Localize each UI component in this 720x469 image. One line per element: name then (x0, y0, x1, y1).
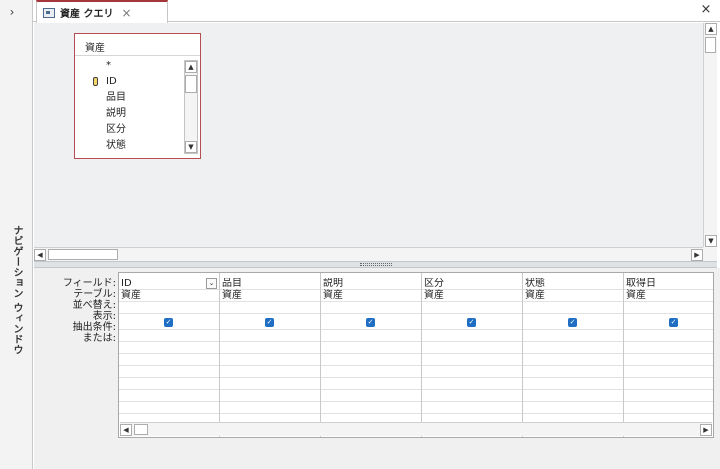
document-tab-strip: 資産 クエリ × × (33, 0, 720, 23)
show-checkbox[interactable]: ✓ (265, 318, 274, 327)
grid-table-cell[interactable]: 資産 (626, 290, 713, 301)
table-pane[interactable]: 資産 * ID 品目 説明 区分 状態 ▲ ▼ ▲ ▼ ◀ ▶ (34, 23, 717, 261)
field-item-label: ID (106, 76, 117, 87)
field-item-joutai[interactable]: 状態 (75, 138, 183, 154)
expand-nav-chevron-icon[interactable]: › (4, 4, 20, 20)
scrollbar-corner (703, 247, 717, 261)
grid-table-cell[interactable]: 資産 (424, 290, 521, 301)
grid-field-cell[interactable]: 区分 (424, 278, 521, 289)
grid-table-cell[interactable]: 資産 (121, 290, 218, 301)
grid-column-setsumei[interactable]: 説明 資産 ✓ (321, 273, 422, 437)
grid-table-cell[interactable]: 資産 (222, 290, 319, 301)
grid-field-cell[interactable]: 品目 (222, 278, 319, 289)
scroll-left-icon[interactable]: ◀ (34, 249, 46, 261)
row-label-criteria: 抽出条件: (72, 322, 116, 333)
field-list-title[interactable]: 資産 (75, 34, 200, 56)
field-list-scrollbar[interactable]: ▲ ▼ (184, 60, 198, 154)
row-label-table: テーブル: (73, 289, 116, 300)
tab-close-icon[interactable]: × (121, 6, 131, 20)
scroll-right-icon[interactable]: ▶ (700, 424, 712, 436)
grid-field-cell[interactable]: 状態 (525, 278, 622, 289)
scroll-thumb[interactable] (134, 424, 148, 435)
scroll-right-icon[interactable]: ▶ (691, 249, 703, 261)
scroll-thumb[interactable] (185, 75, 197, 93)
grid-table-cell[interactable]: 資産 (525, 290, 622, 301)
scroll-left-icon[interactable]: ◀ (120, 424, 132, 436)
close-document-icon[interactable]: × (698, 2, 714, 18)
show-checkbox[interactable]: ✓ (366, 318, 375, 327)
scroll-thumb[interactable] (705, 37, 716, 53)
field-item-id[interactable]: ID (75, 74, 183, 90)
scroll-down-icon[interactable]: ▼ (705, 235, 717, 247)
field-item-hinmoku[interactable]: 品目 (75, 90, 183, 106)
grid-column-id[interactable]: ID ⌄ 資産 ✓ (119, 273, 220, 437)
field-item-kubun[interactable]: 区分 (75, 122, 183, 138)
table-pane-horizontal-scrollbar[interactable]: ◀ ▶ (34, 247, 703, 261)
scroll-thumb[interactable] (48, 249, 118, 260)
row-label-or: または: (82, 333, 116, 344)
design-grid-horizontal-scrollbar[interactable]: ◀ ▶ (120, 422, 712, 436)
field-item-all[interactable]: * (75, 58, 183, 74)
grid-table-cell[interactable]: 資産 (323, 290, 420, 301)
design-grid-row-labels: フィールド: テーブル: 並べ替え: 表示: 抽出条件: または: (34, 278, 116, 344)
navigation-pane-label[interactable]: ナビゲーション ウィンドウ (8, 225, 24, 355)
grid-field-cell[interactable]: 説明 (323, 278, 420, 289)
query-icon (43, 7, 55, 18)
show-checkbox[interactable]: ✓ (164, 318, 173, 327)
design-grid-pane: フィールド: テーブル: 並べ替え: 表示: 抽出条件: または: ID ⌄ 資… (34, 268, 720, 469)
grid-field-cell[interactable]: 取得日 (626, 278, 713, 289)
row-label-field: フィールド: (62, 278, 116, 289)
pane-splitter[interactable] (34, 261, 717, 268)
field-list-box[interactable]: 資産 * ID 品目 説明 区分 状態 ▲ ▼ (74, 33, 201, 159)
grid-column-shutokubi[interactable]: 取得日 資産 ✓ (624, 273, 713, 437)
row-label-sort: 並べ替え: (72, 300, 116, 311)
query-design-window: › ナビゲーション ウィンドウ 資産 クエリ × × 資産 * ID 品目 説明… (0, 0, 720, 469)
tab-asset-query[interactable]: 資産 クエリ × (36, 0, 168, 23)
field-item-setsumei[interactable]: 説明 (75, 106, 183, 122)
grid-column-hinmoku[interactable]: 品目 資産 ✓ (220, 273, 321, 437)
scroll-down-icon[interactable]: ▼ (185, 141, 197, 153)
scroll-up-icon[interactable]: ▲ (705, 23, 717, 35)
design-grid[interactable]: ID ⌄ 資産 ✓ 品目 資産 ✓ 説明 資産 ✓ 区分 資産 ✓ 状態 資産 … (118, 272, 714, 438)
table-pane-vertical-scrollbar[interactable]: ▲ ▼ (703, 23, 717, 247)
primary-key-icon (93, 77, 98, 86)
tab-label: 資産 クエリ (60, 9, 114, 20)
splitter-grip-icon[interactable] (360, 263, 392, 266)
show-checkbox[interactable]: ✓ (669, 318, 678, 327)
field-list: * ID 品目 説明 区分 状態 (75, 58, 183, 154)
chevron-down-icon[interactable]: ⌄ (206, 278, 217, 289)
grid-column-kubun[interactable]: 区分 資産 ✓ (422, 273, 523, 437)
navigation-pane[interactable]: › ナビゲーション ウィンドウ (0, 0, 33, 469)
grid-field-cell[interactable]: ID (121, 278, 218, 289)
scroll-up-icon[interactable]: ▲ (185, 61, 197, 73)
show-checkbox[interactable]: ✓ (467, 318, 476, 327)
row-label-show: 表示: (92, 311, 116, 322)
grid-column-joutai[interactable]: 状態 資産 ✓ (523, 273, 624, 437)
show-checkbox[interactable]: ✓ (568, 318, 577, 327)
